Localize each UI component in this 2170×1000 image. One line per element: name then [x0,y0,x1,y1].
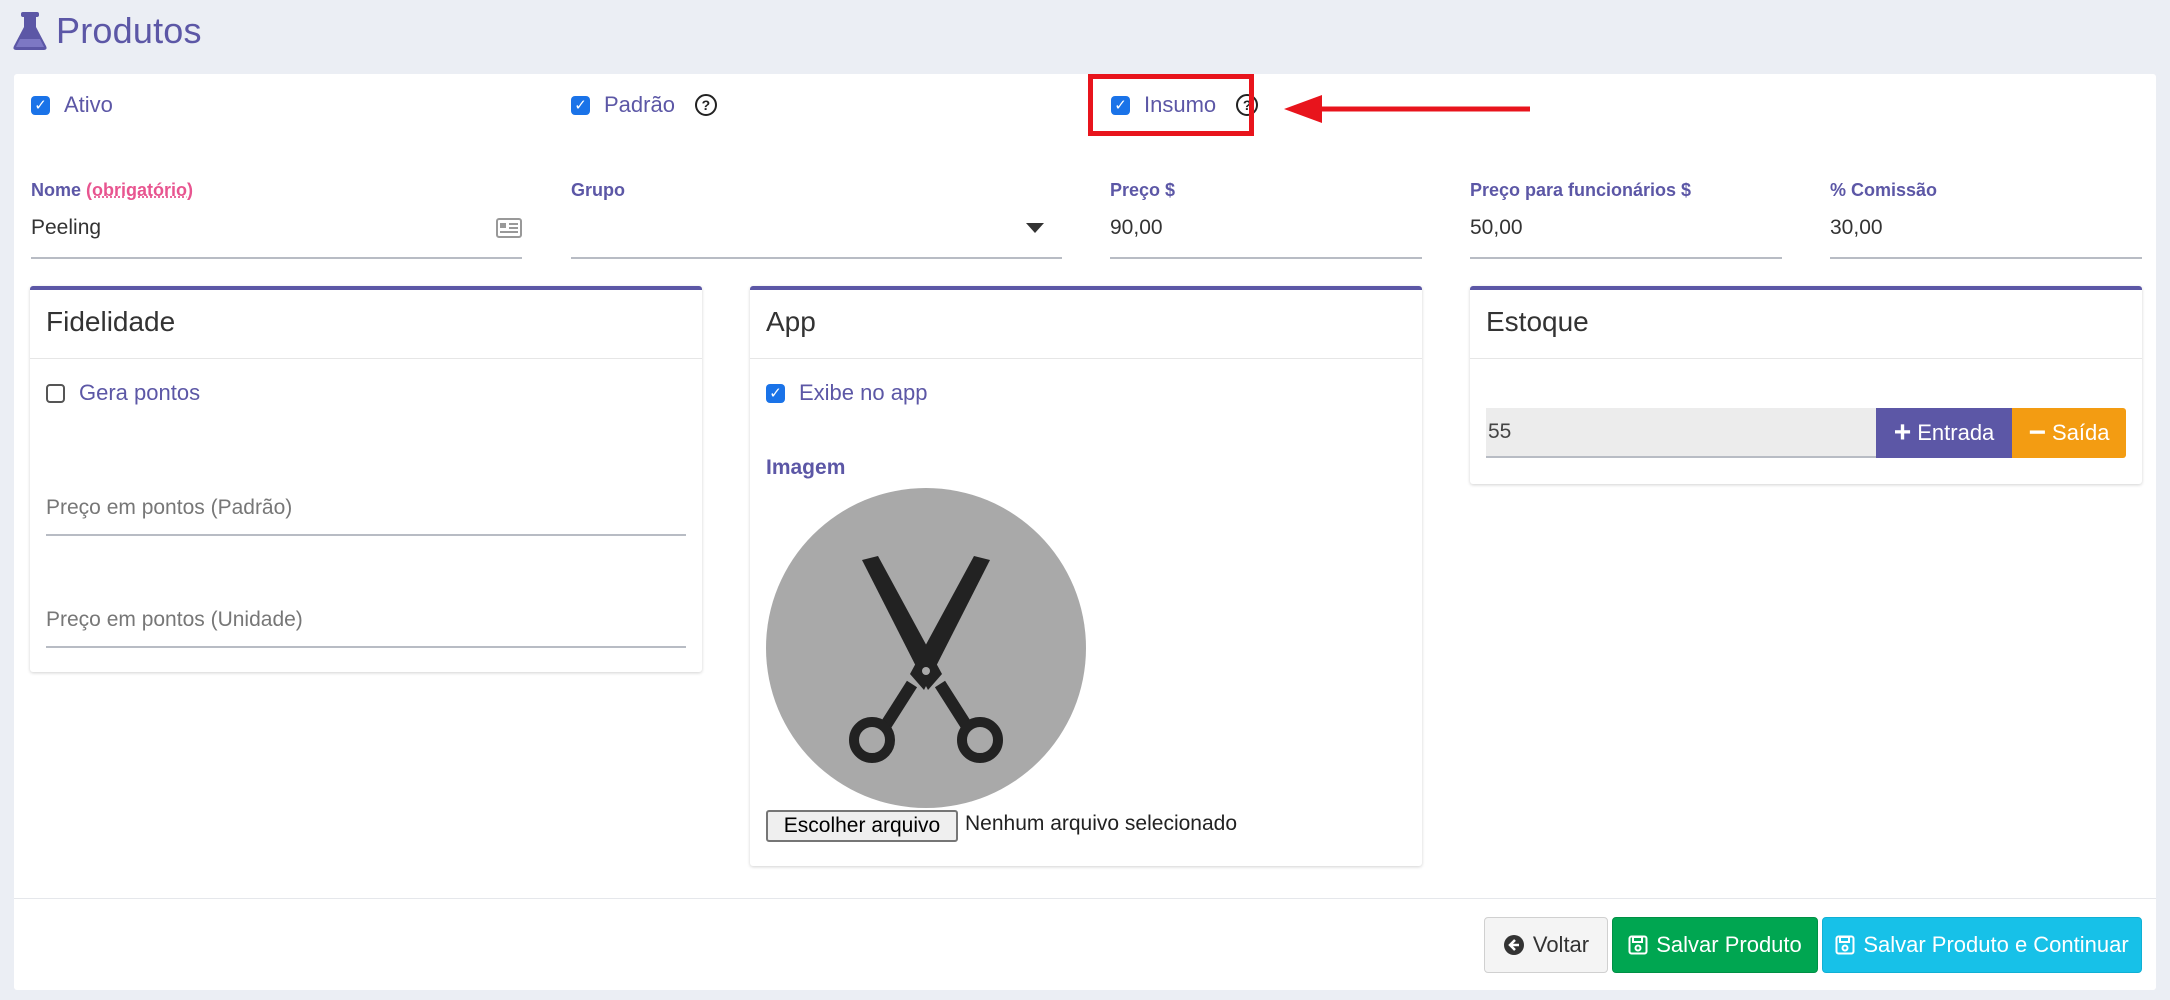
nome-label: Nome [31,180,82,200]
floppy-disk-icon [1628,935,1648,955]
preco-funcionarios-field[interactable]: Preço para funcionários $ 50,00 [1470,180,1782,259]
annotation-arrow-icon [1284,95,1530,123]
preco-field[interactable]: Preço $ 90,00 [1110,180,1422,259]
plus-icon: + [1893,416,1912,449]
salvar-continuar-button[interactable]: Salvar Produto e Continuar [1822,917,2142,973]
saida-button[interactable]: − Saída [2012,408,2126,458]
preco-funcionarios-label: Preço para funcionários $ [1470,180,1692,200]
padrao-label: Padrão [604,92,675,117]
exibe-app-label: Exibe no app [799,380,928,405]
checkbox-checked-icon[interactable]: ✓ [571,95,590,115]
voltar-label: Voltar [1532,932,1590,957]
preco-pontos-unidade-input[interactable]: Preço em pontos (Unidade) [46,608,686,648]
preco-label: Preço $ [1110,180,1176,200]
entrada-button[interactable]: + Entrada [1876,408,2012,458]
nome-field[interactable]: Nome (obrigatório) Peeling [31,180,522,259]
fidelidade-panel: Fidelidade Gera pontos Preço em pontos (… [30,286,702,672]
salvar-produto-button[interactable]: Salvar Produto [1612,917,1818,973]
page-title: Produtos [12,6,202,56]
flask-icon [13,12,47,50]
ativo-checkbox[interactable]: ✓ Ativo [31,92,113,118]
arrow-circle-left-icon [1503,935,1524,955]
id-card-icon [496,218,522,238]
product-image [766,488,1086,808]
gera-pontos-label: Gera pontos [79,380,201,405]
checkbox-unchecked-icon[interactable] [46,383,65,403]
floppy-disk-icon [1835,935,1855,955]
comissao-label: % Comissão [1830,180,1938,200]
salvar-continuar-label: Salvar Produto e Continuar [1863,932,2129,957]
question-circle-icon[interactable]: ? [694,94,717,116]
estoque-quantity-input[interactable]: 55 [1486,408,1878,458]
comissao-value[interactable]: 30,00 [1830,216,1883,240]
preco-funcionarios-value[interactable]: 50,00 [1470,216,1523,240]
entrada-label: Entrada [1917,420,1995,445]
preco-pontos-padrao-input[interactable]: Preço em pontos (Padrão) [46,496,686,536]
imagem-label: Imagem [766,456,846,479]
checkbox-checked-icon[interactable]: ✓ [766,383,785,403]
scissors-icon [849,556,1003,763]
required-marker: (obrigatório) [86,180,194,200]
exibe-app-checkbox[interactable]: ✓ Exibe no app [766,380,927,406]
grupo-label: Grupo [571,180,625,200]
preco-value[interactable]: 90,00 [1110,216,1163,240]
comissao-field[interactable]: % Comissão 30,00 [1830,180,2142,259]
nome-value[interactable]: Peeling [31,216,101,240]
checkbox-checked-icon[interactable]: ✓ [31,95,50,115]
annotation-highlight-box [1088,74,1254,136]
file-status-text: Nenhum arquivo selecionado [965,812,1238,835]
minus-icon: − [2028,416,2047,449]
preco-pontos-padrao-placeholder: Preço em pontos (Padrão) [46,496,293,519]
page-title-text: Produtos [56,10,202,51]
saida-label: Saída [2052,420,2110,445]
caret-down-icon[interactable] [1026,223,1044,233]
padrao-checkbox[interactable]: ✓ Padrão ? [571,92,717,118]
choose-file-button[interactable]: Escolher arquivo [766,810,958,842]
preco-pontos-unidade-placeholder: Preço em pontos (Unidade) [46,608,303,631]
salvar-produto-label: Salvar Produto [1656,932,1802,957]
voltar-button[interactable]: Voltar [1484,917,1608,973]
fidelidade-title: Fidelidade [46,306,176,337]
footer-divider [14,898,2156,899]
app-title: App [766,306,816,337]
estoque-title: Estoque [1486,306,1589,337]
ativo-label: Ativo [64,92,113,117]
grupo-select[interactable]: Grupo [571,180,1062,259]
gera-pontos-checkbox[interactable]: Gera pontos [46,380,200,406]
